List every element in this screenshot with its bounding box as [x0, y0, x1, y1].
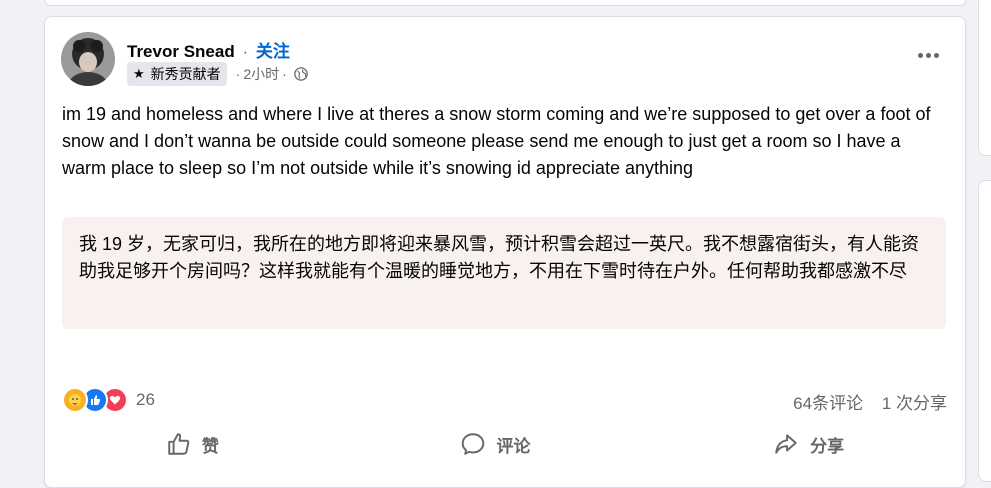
share-count[interactable]: 1 次分享	[882, 394, 947, 413]
post-time[interactable]: 2小时	[243, 64, 279, 84]
globe-icon[interactable]	[294, 67, 308, 81]
more-options-icon[interactable]	[913, 45, 943, 65]
share-button[interactable]: 分享	[772, 431, 844, 457]
comment-icon	[462, 433, 485, 455]
separator: ·	[242, 42, 249, 61]
like-button[interactable]: 赞	[166, 431, 219, 457]
contributor-badge[interactable]: ★ 新秀贡献者	[127, 62, 227, 86]
share-label: 分享	[810, 436, 845, 456]
side-panel-card	[978, 0, 991, 156]
care-icon	[62, 387, 88, 413]
post-body: im 19 and homeless and where I live at t…	[62, 104, 931, 178]
reaction-summary[interactable]: 26	[62, 387, 155, 413]
previous-post-card	[44, 0, 966, 6]
like-label: 赞	[201, 436, 219, 456]
badge-row: ★ 新秀贡献者 · 2小时 ·	[127, 62, 308, 86]
author-row: Trevor Snead · 关注	[127, 37, 290, 62]
action-bar: 赞 评论 分享	[45, 422, 965, 466]
comment-count[interactable]: 64条评论	[793, 394, 863, 413]
post-meta: · 2小时 ·	[233, 64, 308, 84]
comment-button[interactable]: 评论	[460, 431, 530, 457]
badge-label: 新秀贡献者	[150, 66, 221, 82]
avatar[interactable]	[61, 32, 115, 86]
author-name[interactable]: Trevor Snead	[127, 42, 235, 61]
share-icon	[775, 434, 797, 454]
translation-box: 我 19 岁，无家可归，我所在的地方即将迎来暴风雪，预计积雪会超过一英尺。我不想…	[62, 217, 946, 329]
thumbs-up-icon	[168, 433, 190, 455]
separator: ·	[235, 66, 241, 82]
post-stats: 64条评论 1 次分享	[779, 389, 947, 414]
translation-text: 我 19 岁，无家可归，我所在的地方即将迎来暴风雪，预计积雪会超过一英尺。我不想…	[79, 234, 920, 281]
post-card: Trevor Snead · 关注 ★ 新秀贡献者 · 2小时 · im 19 …	[44, 16, 966, 488]
reaction-count: 26	[136, 390, 155, 409]
comment-label: 评论	[496, 436, 531, 456]
side-panel-card	[978, 180, 991, 482]
avatar-image	[61, 32, 115, 86]
separator: ·	[282, 66, 287, 82]
follow-button[interactable]: 关注	[256, 42, 290, 61]
star-icon: ★	[133, 66, 145, 81]
